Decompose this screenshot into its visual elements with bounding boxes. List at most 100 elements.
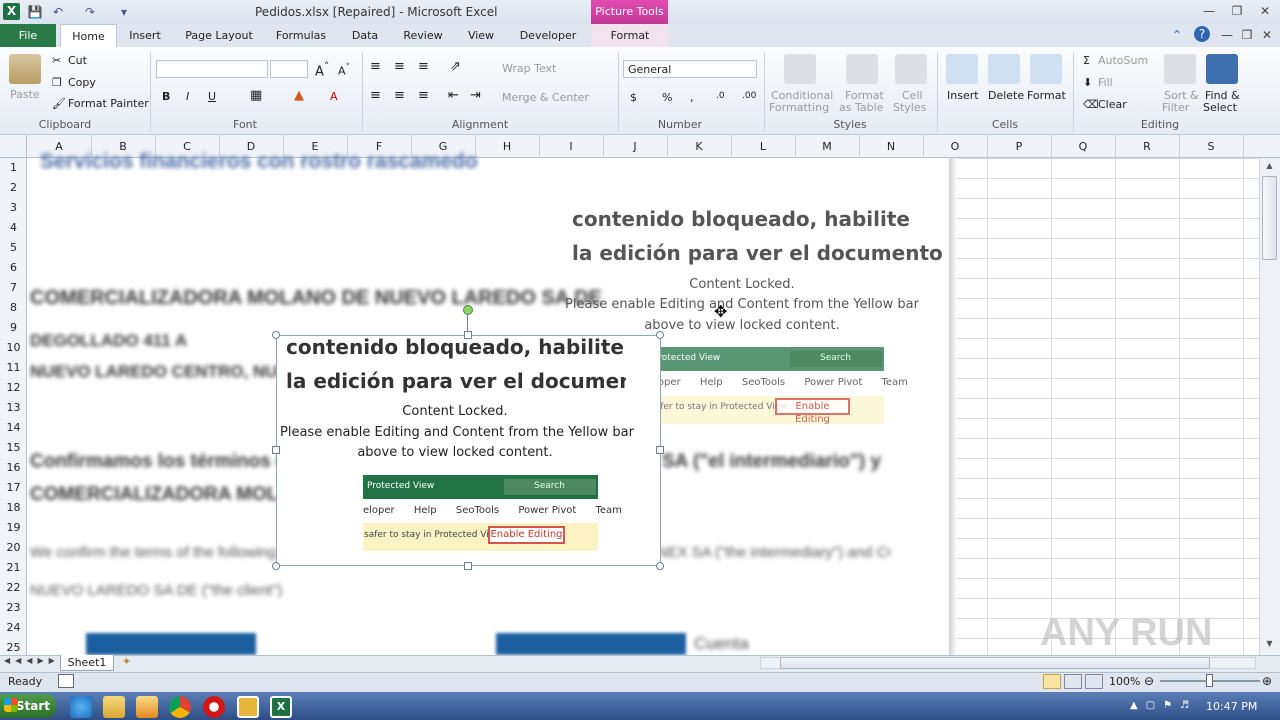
sheet-nav-icons[interactable]: ◀◀◀▶▶ [4, 656, 60, 665]
font-color-icon[interactable]: A [330, 90, 338, 103]
column-header-r[interactable]: R [1115, 140, 1179, 154]
align-left-icon[interactable]: ≡ [370, 88, 381, 103]
insert-cells-button[interactable]: Insert [947, 89, 979, 102]
zoom-slider-thumb[interactable] [1206, 674, 1213, 687]
orientation-icon[interactable]: ⇗ [450, 59, 461, 74]
copy-icon[interactable]: ❐ [52, 76, 62, 89]
row-header-7[interactable]: 7 [0, 278, 27, 298]
workbook-minimize-icon[interactable]: — [1218, 26, 1236, 44]
outlook-taskbar-icon[interactable] [237, 696, 259, 718]
find-select-icon[interactable] [1206, 54, 1238, 84]
zoom-out-icon[interactable]: ⊖ [1144, 674, 1154, 688]
tab-file[interactable]: File [0, 24, 56, 47]
copy-button[interactable]: Copy [68, 76, 96, 89]
tab-page-layout[interactable]: Page Layout [180, 24, 258, 47]
align-bottom-icon[interactable]: ≡ [418, 59, 429, 74]
page-break-view-icon[interactable] [1085, 674, 1103, 689]
decrease-indent-icon[interactable]: ⇤ [448, 88, 459, 103]
row-header-20[interactable]: 20 [0, 538, 27, 558]
row-header-5[interactable]: 5 [0, 238, 27, 258]
normal-view-icon[interactable] [1043, 674, 1061, 689]
row-header-3[interactable]: 3 [0, 198, 27, 218]
paste-icon[interactable] [9, 54, 41, 84]
percent-icon[interactable]: % [662, 91, 672, 104]
delete-cells-button[interactable]: Delete [988, 89, 1024, 102]
undo-icon[interactable]: ↶ [50, 4, 66, 20]
excel-app-icon[interactable]: X [3, 3, 20, 20]
tab-insert[interactable]: Insert [122, 24, 168, 47]
row-header-18[interactable]: 18 [0, 498, 27, 518]
number-format-select[interactable]: General [623, 60, 757, 78]
align-middle-icon[interactable]: ≡ [394, 59, 405, 74]
row-header-19[interactable]: 19 [0, 518, 27, 538]
row-header-24[interactable]: 24 [0, 618, 27, 638]
column-header-i[interactable]: I [539, 140, 603, 154]
column-header-s[interactable]: S [1179, 140, 1243, 154]
row-header-8[interactable]: 8 [0, 298, 27, 318]
resize-handle-nw[interactable] [272, 331, 280, 339]
align-right-icon[interactable]: ≡ [418, 88, 429, 103]
find-select-label2[interactable]: Select [1203, 101, 1237, 114]
page-layout-view-icon[interactable] [1064, 674, 1082, 689]
column-header-p[interactable]: P [987, 140, 1051, 154]
autosum-icon[interactable]: Σ [1083, 54, 1090, 67]
cell-styles-label2[interactable]: Styles [893, 101, 926, 114]
vertical-scroll-thumb[interactable] [1262, 176, 1277, 260]
column-header-o[interactable]: O [923, 140, 987, 154]
italic-icon[interactable]: I [186, 90, 189, 103]
sort-filter-label2[interactable]: Filter [1162, 101, 1189, 114]
font-name-select[interactable] [156, 60, 268, 78]
sort-filter-icon[interactable] [1164, 54, 1196, 84]
resize-handle-w[interactable] [272, 446, 280, 454]
cut-button[interactable]: Cut [68, 54, 87, 67]
font-size-select[interactable] [270, 60, 308, 78]
clear-icon[interactable]: ⌫ [1083, 98, 1099, 111]
workbook-close-icon[interactable]: ✕ [1258, 26, 1276, 44]
column-header-q[interactable]: Q [1051, 140, 1115, 154]
paste-button[interactable]: Paste [10, 88, 40, 101]
ie-taskbar-icon[interactable] [70, 696, 92, 718]
tab-formulas[interactable]: Formulas [270, 24, 332, 47]
format-as-table-icon[interactable] [846, 54, 878, 84]
delete-cells-icon[interactable] [988, 54, 1020, 84]
picture-selection-frame[interactable] [276, 335, 661, 566]
cell-styles-icon[interactable] [895, 54, 927, 84]
comma-icon[interactable]: , [690, 91, 694, 104]
column-header-j[interactable]: J [603, 140, 667, 154]
resize-handle-se[interactable] [656, 562, 664, 570]
decrease-decimal-icon[interactable]: .00 [742, 91, 756, 101]
currency-icon[interactable]: $ [630, 91, 637, 104]
column-header-n[interactable]: N [859, 140, 923, 154]
format-cells-button[interactable]: Format [1027, 89, 1066, 102]
save-icon[interactable]: 💾 [27, 4, 43, 20]
row-header-4[interactable]: 4 [0, 218, 27, 238]
resize-handle-sw[interactable] [272, 562, 280, 570]
tab-review[interactable]: Review [398, 24, 448, 47]
underline-icon[interactable]: U [208, 90, 216, 103]
insert-sheet-icon[interactable]: ✦ [122, 655, 142, 671]
row-header-22[interactable]: 22 [0, 578, 27, 598]
excel-taskbar-icon[interactable]: X [270, 696, 292, 718]
row-header-11[interactable]: 11 [0, 358, 27, 378]
row-header-16[interactable]: 16 [0, 458, 27, 478]
fill-button[interactable]: Fill [1098, 76, 1113, 89]
close-icon[interactable]: ✕ [1256, 2, 1274, 20]
conditional-formatting-icon[interactable] [784, 54, 816, 84]
borders-icon[interactable]: ▦ [250, 88, 262, 103]
fill-color-icon[interactable]: ▲ [294, 88, 304, 103]
format-painter-icon[interactable]: 🖌 [52, 97, 66, 110]
sheet-tab-sheet1[interactable]: Sheet1 [60, 655, 114, 671]
merge-center-button[interactable]: Merge & Center [502, 91, 589, 104]
row-header-1[interactable]: 1 [0, 158, 27, 178]
row-header-12[interactable]: 12 [0, 378, 27, 398]
explorer-taskbar-icon[interactable] [103, 696, 125, 718]
minimize-icon[interactable]: — [1200, 2, 1218, 20]
column-header-h[interactable]: H [475, 140, 539, 154]
row-header-9[interactable]: 9 [0, 318, 27, 338]
column-header-k[interactable]: K [667, 140, 731, 154]
redo-icon[interactable]: ↷ [82, 4, 98, 20]
help-icon[interactable]: ? [1194, 26, 1210, 42]
media-player-taskbar-icon[interactable] [136, 696, 158, 718]
zoom-in-icon[interactable]: ⊕ [1262, 674, 1272, 688]
minimize-ribbon-icon[interactable]: ⌃ [1168, 26, 1186, 44]
